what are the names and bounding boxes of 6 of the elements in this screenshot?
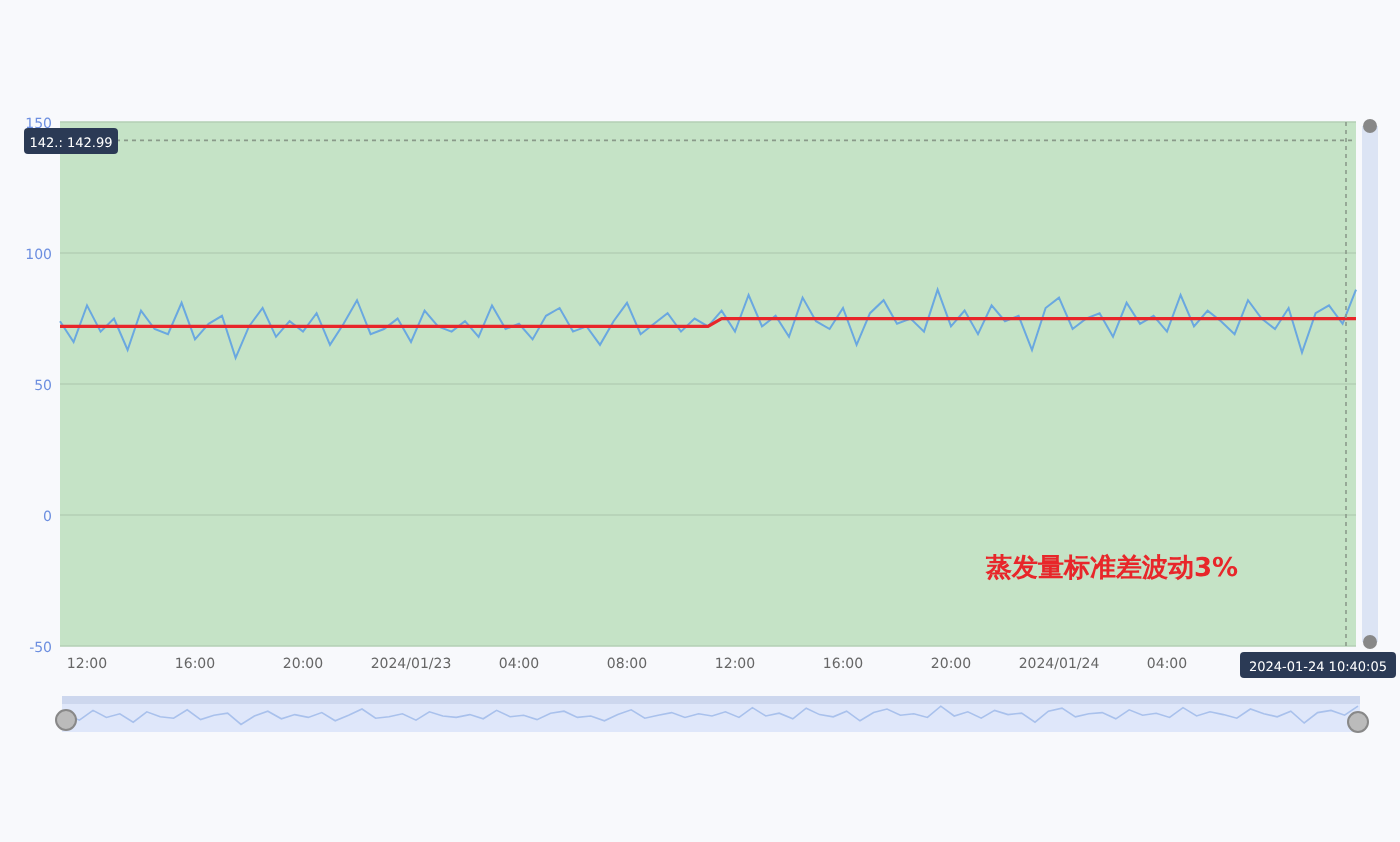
slider-handle[interactable] bbox=[55, 709, 77, 731]
slider-handle[interactable] bbox=[1347, 711, 1369, 733]
slider-handle[interactable] bbox=[1363, 635, 1377, 649]
slider-handle[interactable] bbox=[1363, 119, 1377, 133]
vertical-zoom-slider[interactable] bbox=[1362, 126, 1378, 642]
annotation-text: 蒸发量标准差波动3% bbox=[985, 554, 1239, 584]
